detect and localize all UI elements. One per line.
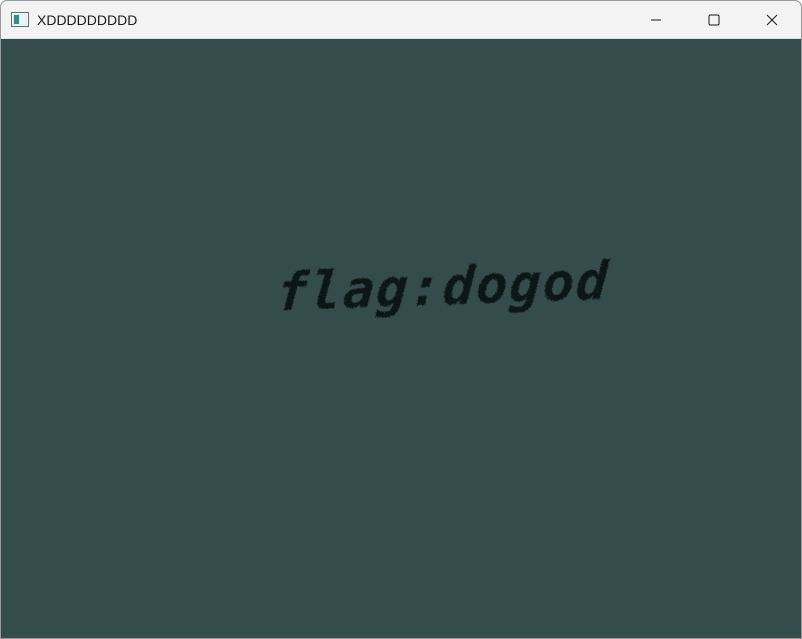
app-window-icon [11,12,29,27]
close-button[interactable] [743,1,801,38]
title-bar[interactable]: XDDDDDDDDD [1,1,801,39]
minimize-icon [650,14,662,26]
window-title: XDDDDDDDDD [37,12,138,28]
render-canvas[interactable]: flag:dogod [1,39,801,638]
minimize-button[interactable] [627,1,685,38]
flag-graphic: flag:dogod [275,252,612,324]
maximize-icon [708,14,720,26]
app-window: XDDDDDDDDD flag:dogod [0,0,802,639]
close-icon [766,14,778,26]
maximize-button[interactable] [685,1,743,38]
flag-text: flag:dogod [275,252,612,324]
